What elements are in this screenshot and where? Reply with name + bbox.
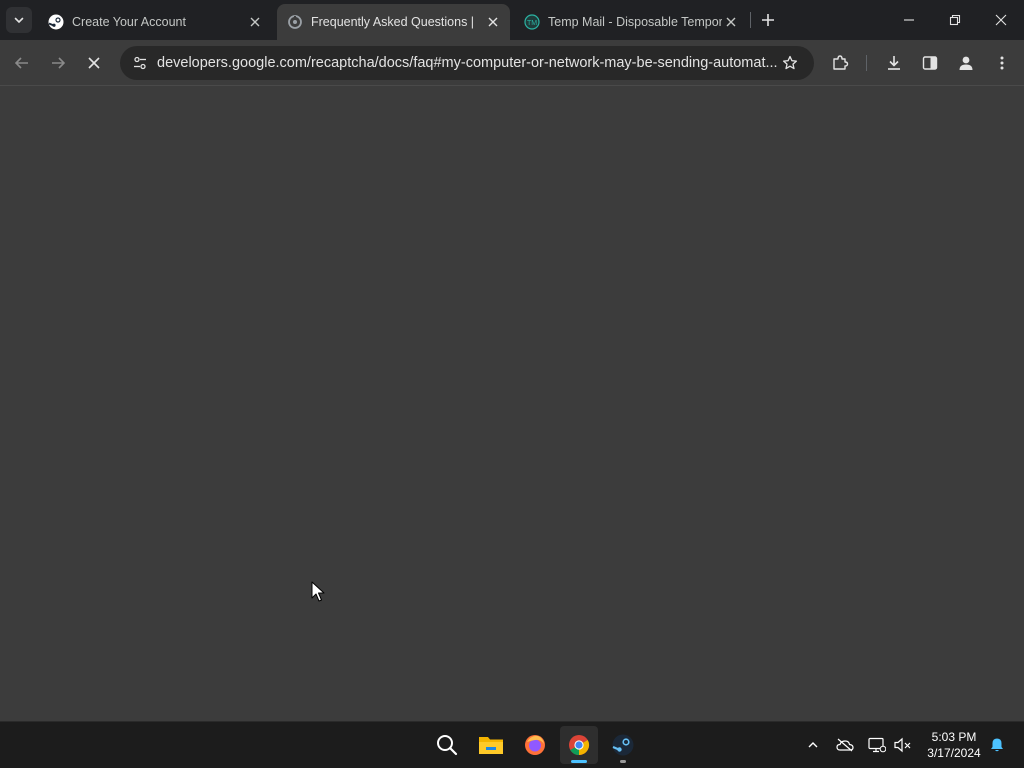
plus-icon: [762, 14, 774, 26]
minimize-button[interactable]: [886, 0, 932, 40]
downloads-button[interactable]: [880, 49, 908, 77]
back-button[interactable]: [8, 49, 36, 77]
taskbar-firefox[interactable]: [516, 726, 554, 764]
side-panel-icon: [922, 56, 938, 70]
forward-arrow-icon: [52, 57, 66, 69]
mouse-cursor-icon: [311, 581, 325, 608]
browser-toolbar: developers.google.com/recaptcha/docs/faq…: [0, 40, 1024, 86]
profile-button[interactable]: [952, 49, 980, 77]
file-explorer-icon: [479, 737, 503, 754]
system-clock[interactable]: 5:03 PM 3/17/2024: [918, 729, 990, 761]
menu-button[interactable]: [988, 49, 1016, 77]
notifications-button[interactable]: [986, 734, 1008, 756]
taskbar-file-explorer[interactable]: [472, 726, 510, 764]
close-icon: [995, 14, 1007, 26]
steam-icon: [48, 14, 64, 30]
profile-icon: [959, 56, 973, 70]
clock-time: 5:03 PM: [931, 730, 977, 744]
bookmark-button[interactable]: [776, 49, 804, 77]
new-tab-button[interactable]: [758, 10, 778, 30]
firefox-icon: [525, 735, 545, 755]
tab-title: Temp Mail - Disposable Tempor: [548, 15, 722, 29]
page-content[interactable]: [0, 87, 1024, 721]
download-icon: [888, 56, 900, 70]
close-icon[interactable]: [246, 13, 264, 31]
tab-title: Create Your Account: [72, 15, 186, 29]
tune-icon: [134, 56, 146, 70]
svg-text:TM: TM: [527, 20, 537, 27]
active-app-indicator: [571, 760, 587, 763]
chrome-icon: [569, 735, 590, 756]
url-text[interactable]: developers.google.com/recaptcha/docs/faq…: [157, 46, 778, 80]
close-icon[interactable]: [484, 13, 502, 31]
taskbar-chrome[interactable]: [560, 726, 598, 764]
stop-icon: [88, 57, 100, 69]
volume-muted-icon: [894, 737, 911, 753]
chevron-down-icon: [14, 17, 24, 24]
desktop-screen: Create Your Account Frequently Asked Que…: [0, 0, 1024, 768]
restore-button[interactable]: [932, 0, 978, 40]
site-info-button[interactable]: [126, 49, 154, 77]
more-vert-icon: [1000, 56, 1004, 70]
recaptcha-icon: [287, 14, 303, 30]
taskbar: 5:03 PM 3/17/2024: [0, 721, 1024, 768]
volume-tray[interactable]: [892, 734, 914, 756]
tab-separator: [750, 12, 751, 28]
address-bar[interactable]: developers.google.com/recaptcha/docs/faq…: [120, 46, 814, 80]
puzzle-icon: [833, 55, 849, 70]
tab-strip: Create Your Account Frequently Asked Que…: [0, 0, 1024, 40]
star-icon: [782, 55, 798, 70]
toolbar-divider: [866, 55, 867, 71]
tab-title: Frequently Asked Questions |: [311, 15, 475, 29]
tab-frequently-asked-questions[interactable]: Frequently Asked Questions |: [277, 4, 510, 40]
clock-date: 3/17/2024: [927, 746, 981, 760]
side-panel-button[interactable]: [916, 49, 944, 77]
bell-icon: [991, 738, 1003, 752]
stop-loading-button[interactable]: [80, 49, 108, 77]
back-arrow-icon: [14, 57, 28, 69]
forward-button[interactable]: [44, 49, 72, 77]
network-tray[interactable]: [866, 734, 888, 756]
show-hidden-icons-button[interactable]: [802, 734, 824, 756]
tab-temp-mail[interactable]: TM Temp Mail - Disposable Tempor: [514, 4, 748, 40]
restore-icon: [949, 14, 961, 26]
tempmail-icon: TM: [524, 14, 540, 30]
search-icon: [437, 735, 458, 756]
close-icon[interactable]: [722, 13, 740, 31]
tab-create-your-account[interactable]: Create Your Account: [38, 4, 272, 40]
cloud-offline-icon: [836, 738, 854, 752]
chevron-up-icon: [808, 742, 818, 748]
steam-icon: [612, 734, 634, 756]
running-app-indicator: [620, 760, 626, 763]
tab-search-button[interactable]: [6, 7, 32, 33]
onedrive-tray[interactable]: [834, 734, 856, 756]
taskbar-steam[interactable]: [604, 726, 642, 764]
network-icon: [868, 737, 886, 753]
taskbar-search-button[interactable]: [428, 726, 466, 764]
extensions-button[interactable]: [826, 49, 854, 77]
minimize-icon: [904, 19, 914, 21]
close-window-button[interactable]: [978, 0, 1024, 40]
